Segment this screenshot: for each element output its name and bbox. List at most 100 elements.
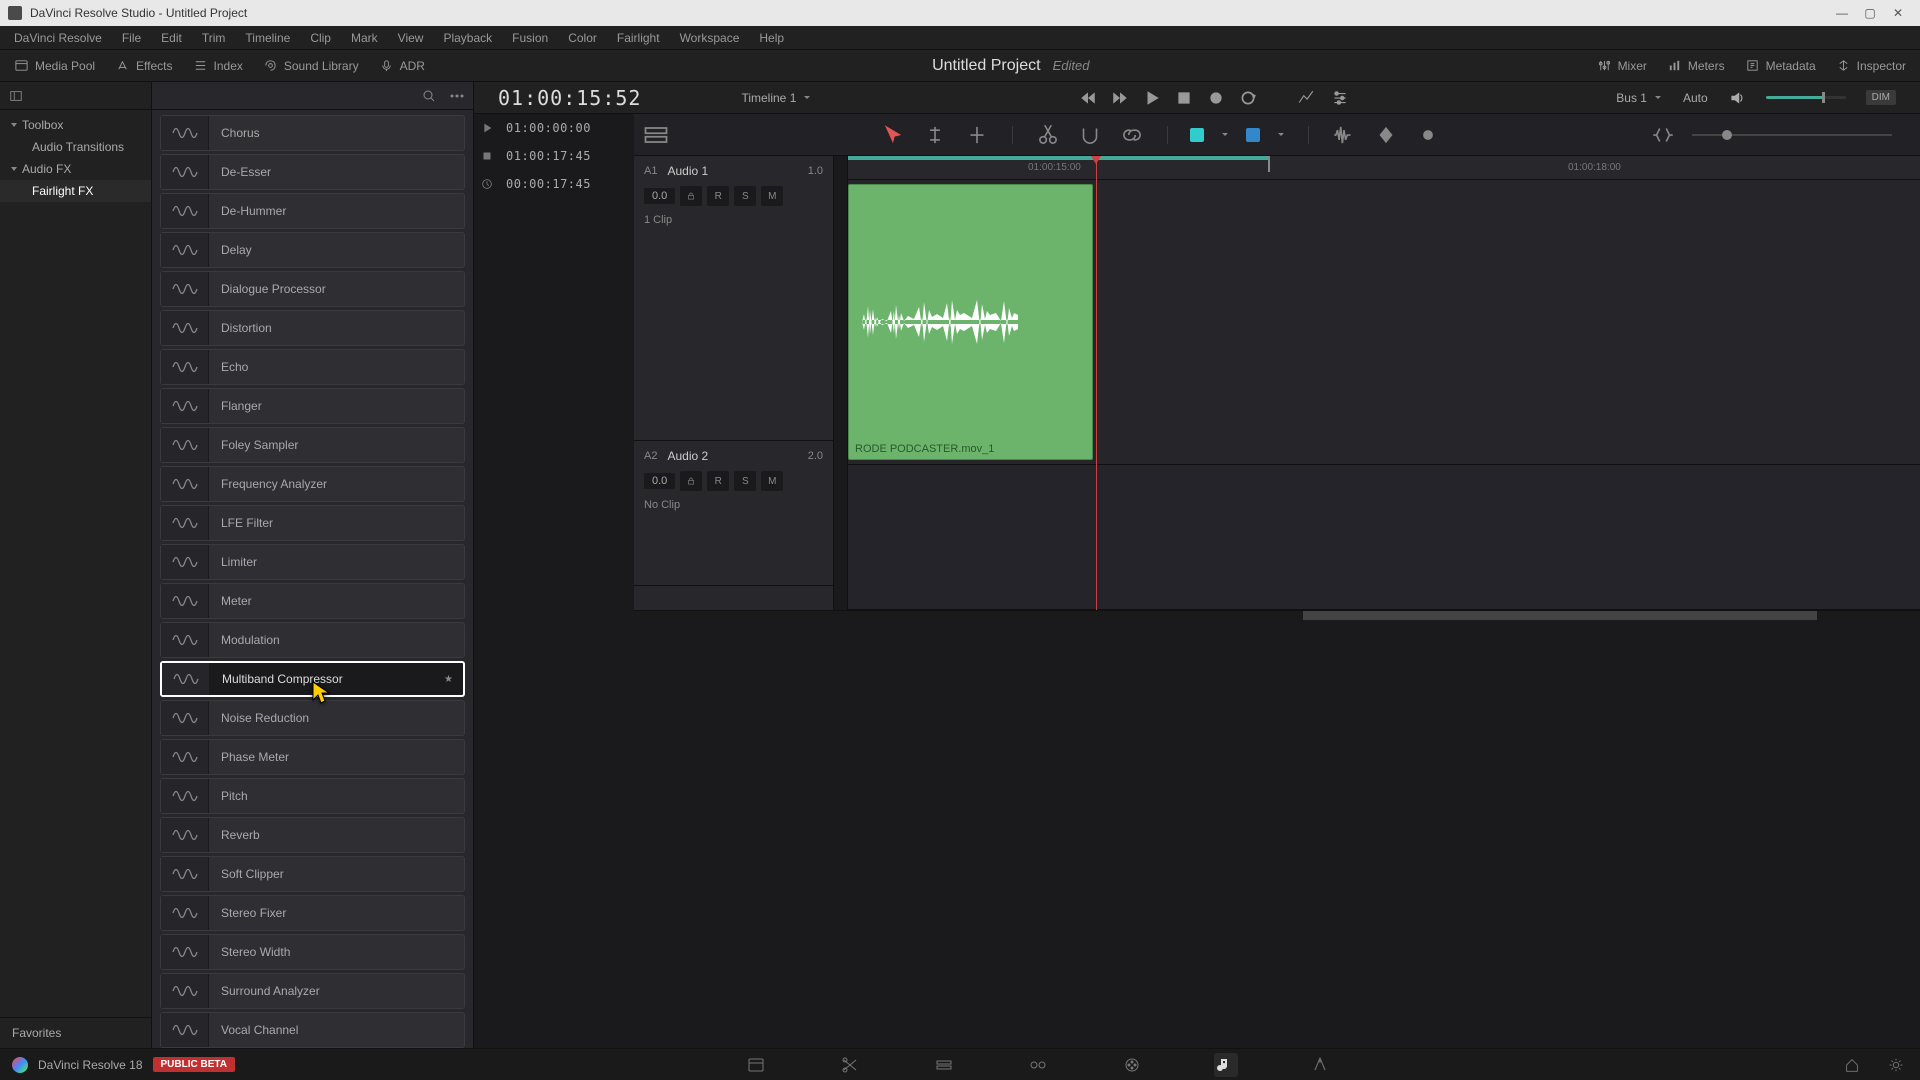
stop-button[interactable] xyxy=(1175,89,1193,107)
track-header-a1[interactable]: A1 Audio 1 1.0 0.0 R S M 1 C xyxy=(634,156,833,441)
snap-tool[interactable] xyxy=(1077,122,1103,148)
range-tool[interactable] xyxy=(922,122,948,148)
fx-reverb[interactable]: Reverb xyxy=(160,817,465,853)
menu-fairlight[interactable]: Fairlight xyxy=(607,26,670,49)
timeline-ruler[interactable]: 01:00:15:00 01:00:18:00 01:00:21:00 01:0… xyxy=(848,156,1920,180)
mixer-button[interactable]: Mixer xyxy=(1587,54,1657,77)
waveform-icon[interactable] xyxy=(1331,122,1357,148)
effects-button[interactable]: Effects xyxy=(105,54,182,77)
flag-blue[interactable] xyxy=(1246,128,1260,142)
timeline-view-icon[interactable] xyxy=(642,124,670,146)
horizontal-scrollbar[interactable] xyxy=(634,610,1920,620)
razor-tool[interactable] xyxy=(1035,122,1061,148)
fx-delay[interactable]: Delay xyxy=(160,232,465,268)
arm-button[interactable]: R xyxy=(707,471,729,491)
fx-modulation[interactable]: Modulation xyxy=(160,622,465,658)
automation-icon[interactable] xyxy=(1297,89,1315,107)
auto-mode[interactable]: Auto xyxy=(1683,91,1708,105)
settings-button[interactable] xyxy=(1884,1053,1908,1077)
fx-phase-meter[interactable]: Phase Meter xyxy=(160,739,465,775)
fx-vocal-channel[interactable]: Vocal Channel xyxy=(160,1012,465,1048)
fx-distortion[interactable]: Distortion xyxy=(160,310,465,346)
out-point-marker[interactable] xyxy=(1268,156,1270,172)
index-button[interactable]: Index xyxy=(183,54,253,77)
menu-trim[interactable]: Trim xyxy=(192,26,236,49)
menu-help[interactable]: Help xyxy=(749,26,794,49)
sidebar-toggle-icon[interactable] xyxy=(8,88,24,104)
menu-workspace[interactable]: Workspace xyxy=(670,26,750,49)
track-lane-a1[interactable]: RODE PODCASTER.mov_1 xyxy=(848,180,1920,465)
fx-surround-analyzer[interactable]: Surround Analyzer xyxy=(160,973,465,1009)
fx-stereo-width[interactable]: Stereo Width xyxy=(160,934,465,970)
tree-fairlight-fx[interactable]: Fairlight FX xyxy=(0,180,151,202)
tc-duration[interactable]: 00:00:17:45 xyxy=(474,170,634,198)
timeline-selector[interactable]: Timeline 1 xyxy=(741,91,812,105)
bus-selector[interactable]: Bus 1 xyxy=(1616,91,1663,105)
menu-edit[interactable]: Edit xyxy=(151,26,192,49)
fx-meter[interactable]: Meter xyxy=(160,583,465,619)
flag-cyan[interactable] xyxy=(1190,128,1204,142)
fx-pitch[interactable]: Pitch xyxy=(160,778,465,814)
solo-button[interactable]: S xyxy=(734,471,756,491)
deliver-page[interactable] xyxy=(1308,1053,1332,1077)
dot-icon[interactable] xyxy=(1415,122,1441,148)
fx-noise-reduction[interactable]: Noise Reduction xyxy=(160,700,465,736)
zoom-slider[interactable] xyxy=(1692,134,1892,136)
volume-slider[interactable] xyxy=(1766,96,1846,99)
link-tool[interactable] xyxy=(1119,122,1145,148)
menu-file[interactable]: File xyxy=(112,26,151,49)
fx-de-esser[interactable]: De-Esser xyxy=(160,154,465,190)
fx-flanger[interactable]: Flanger xyxy=(160,388,465,424)
mute-button[interactable]: M xyxy=(761,186,783,206)
fx-soft-clipper[interactable]: Soft Clipper xyxy=(160,856,465,892)
fx-de-hummer[interactable]: De-Hummer xyxy=(160,193,465,229)
home-button[interactable] xyxy=(1840,1053,1864,1077)
menu-color[interactable]: Color xyxy=(558,26,607,49)
metadata-button[interactable]: Metadata xyxy=(1735,54,1826,77)
tc-in[interactable]: 01:00:00:00 xyxy=(474,114,634,142)
favorites-section[interactable]: Favorites xyxy=(0,1017,151,1048)
minimize-button[interactable]: — xyxy=(1828,3,1856,23)
media-pool-button[interactable]: Media Pool xyxy=(4,54,105,77)
track-volume[interactable]: 0.0 xyxy=(644,473,675,489)
keyframe-icon[interactable] xyxy=(1373,122,1399,148)
fx-echo[interactable]: Echo xyxy=(160,349,465,385)
menu-mark[interactable]: Mark xyxy=(341,26,388,49)
menu-view[interactable]: View xyxy=(388,26,434,49)
track-lane-a2[interactable] xyxy=(848,465,1920,610)
solo-button[interactable]: S xyxy=(734,186,756,206)
rewind-button[interactable] xyxy=(1079,89,1097,107)
fx-foley-sampler[interactable]: Foley Sampler xyxy=(160,427,465,463)
adr-button[interactable]: ADR xyxy=(369,54,435,77)
fx-lfe-filter[interactable]: LFE Filter xyxy=(160,505,465,541)
tc-out[interactable]: 01:00:17:45 xyxy=(474,142,634,170)
arm-button[interactable]: R xyxy=(707,186,729,206)
chevron-down-icon[interactable] xyxy=(1276,130,1286,140)
mute-button[interactable]: M xyxy=(761,471,783,491)
fx-frequency-analyzer[interactable]: Frequency Analyzer xyxy=(160,466,465,502)
edit-page[interactable] xyxy=(932,1053,956,1077)
sound-library-button[interactable]: Sound Library xyxy=(253,54,369,77)
close-button[interactable]: ✕ xyxy=(1884,3,1912,23)
audio-clip[interactable]: RODE PODCASTER.mov_1 xyxy=(848,184,1093,460)
track-volume[interactable]: 0.0 xyxy=(644,188,675,204)
speaker-icon[interactable] xyxy=(1728,89,1746,107)
menu-fusion[interactable]: Fusion xyxy=(502,26,558,49)
marker-tool[interactable] xyxy=(964,122,990,148)
fast-forward-button[interactable] xyxy=(1111,89,1129,107)
chevron-down-icon[interactable] xyxy=(1220,130,1230,140)
color-page[interactable] xyxy=(1120,1053,1144,1077)
menu-playback[interactable]: Playback xyxy=(433,26,502,49)
options-icon[interactable] xyxy=(449,88,465,104)
fx-dialogue-processor[interactable]: Dialogue Processor xyxy=(160,271,465,307)
tree-audio-fx[interactable]: Audio FX xyxy=(0,158,151,180)
fusion-page[interactable] xyxy=(1026,1053,1050,1077)
lock-icon[interactable] xyxy=(680,186,702,206)
inspector-button[interactable]: Inspector xyxy=(1826,54,1916,77)
meters-button[interactable]: Meters xyxy=(1657,54,1735,77)
dim-button[interactable]: DIM xyxy=(1866,90,1896,105)
track-header-a2[interactable]: A2 Audio 2 2.0 0.0 R S M No xyxy=(634,441,833,586)
selection-tool[interactable] xyxy=(880,122,906,148)
maximize-button[interactable]: ▢ xyxy=(1856,3,1884,23)
media-page[interactable] xyxy=(744,1053,768,1077)
